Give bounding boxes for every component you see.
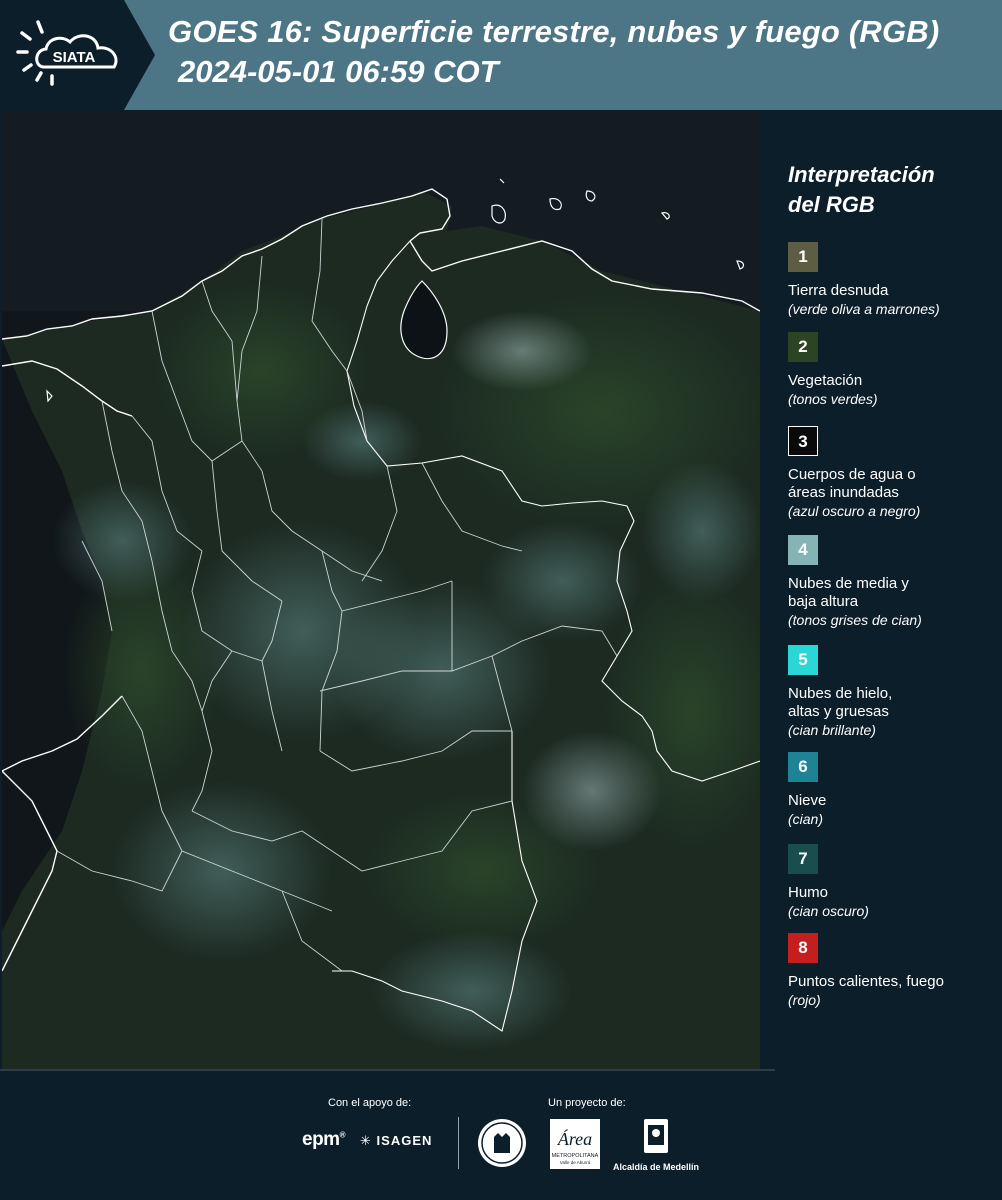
legend-label-line1: Cuerpos de agua o [788,466,916,483]
legend-label: Cuerpos de agua o áreas inundadas [788,466,993,502]
legend-title: Interpretación del RGB [788,160,993,220]
legend-label: Nubes de media y baja altura [788,575,993,611]
satellite-map[interactable] [2,111,760,1069]
legend-swatch: 1 [788,242,818,272]
legend-item-fire: 8 Puntos calientes, fuego (rojo) [788,933,993,1009]
legend-note: (azul oscuro a negro) [788,503,921,519]
legend-title-line1: Interpretación [788,162,935,187]
amva-logo: Área METROPOLITANA Valle de Aburrá [550,1119,600,1174]
legend-label: Nubes de hielo, altas y gruesas [788,685,993,721]
legend-swatch: 6 [788,752,818,782]
footer-divider [458,1117,459,1169]
epm-logo-text: epm [302,1129,340,1150]
amva-logo-subtext2: Valle de Aburrá [560,1160,591,1165]
legend-item-bare-soil: 1 Tierra desnuda (verde oliva a marrones… [788,242,993,318]
rgb-legend: Interpretación del RGB 1 Tierra desnuda … [788,160,993,1008]
siata-logo: SIATA [0,0,155,110]
legend-label: Humo [788,884,829,901]
isagen-logo-text: ISAGEN [376,1133,433,1148]
seal-icon [476,1117,528,1174]
legend-label-line2: baja altura [788,593,859,610]
legend-swatch: 5 [788,645,818,675]
legend-label-line2: áreas inundadas [788,484,899,501]
page-title: GOES 16: Superficie terrestre, nubes y f… [168,14,940,49]
isagen-logo: ✳ ISAGEN [360,1133,432,1149]
timestamp: 2024-05-01 06:59 COT [178,54,499,89]
legend-item-smoke: 7 Humo (cian oscuro) [788,844,993,920]
legend-item-ice-clouds: 5 Nubes de hielo, altas y gruesas (cian … [788,645,993,739]
legend-swatch: 2 [788,332,818,362]
legend-swatch: 8 [788,933,818,963]
legend-note: (cian brillante) [788,722,876,738]
legend-label-line1: Nubes de media y [788,575,909,592]
alcaldia-logo: Alcaldía de Medellín [610,1117,702,1172]
legend-label: Nieve [788,792,827,809]
legend-title-line2: del RGB [788,192,875,217]
isagen-mark-icon: ✳ [360,1133,372,1148]
legend-note: (cian oscuro) [788,903,869,919]
legend-label-line2: altas y gruesas [788,703,889,720]
amva-logo-subtext: METROPOLITANA [552,1153,599,1159]
legend-item-snow: 6 Nieve (cian) [788,752,993,828]
legend-swatch: 4 [788,535,818,565]
legend-label-line1: Nubes de hielo, [788,685,893,702]
legend-note: (tonos verdes) [788,391,878,407]
legend-note: (tonos grises de cian) [788,612,922,628]
legend-item-mid-low-clouds: 4 Nubes de media y baja altura (tonos gr… [788,535,993,629]
support-label: Con el apoyo de: [328,1097,412,1109]
project-label: Un proyecto de: [548,1097,626,1109]
alcaldia-label: Alcaldía de Medellín [612,1162,700,1172]
legend-swatch: 7 [788,844,818,874]
footer: Con el apoyo de: Un proyecto de: epm® ✳ … [0,1071,1002,1200]
legend-note: (verde oliva a marrones) [788,301,940,317]
legend-swatch: 3 [788,426,818,456]
amva-logo-text: Área [557,1128,592,1149]
legend-label: Vegetación [788,372,863,389]
epm-logo: epm® [302,1129,346,1150]
header-bar: SIATA GOES 16: Superficie terrestre, nub… [0,0,1002,110]
legend-item-water: 3 Cuerpos de agua o áreas inundadas (azu… [788,426,993,520]
legend-note: (cian) [788,811,824,827]
siata-logo-text: SIATA [53,49,96,66]
legend-note: (rojo) [788,992,821,1008]
legend-label: Tierra desnuda [788,282,889,299]
legend-item-vegetation: 2 Vegetación (tonos verdes) [788,332,993,408]
legend-label: Puntos calientes, fuego [788,973,944,990]
alcaldia-shield-icon [644,1119,668,1153]
